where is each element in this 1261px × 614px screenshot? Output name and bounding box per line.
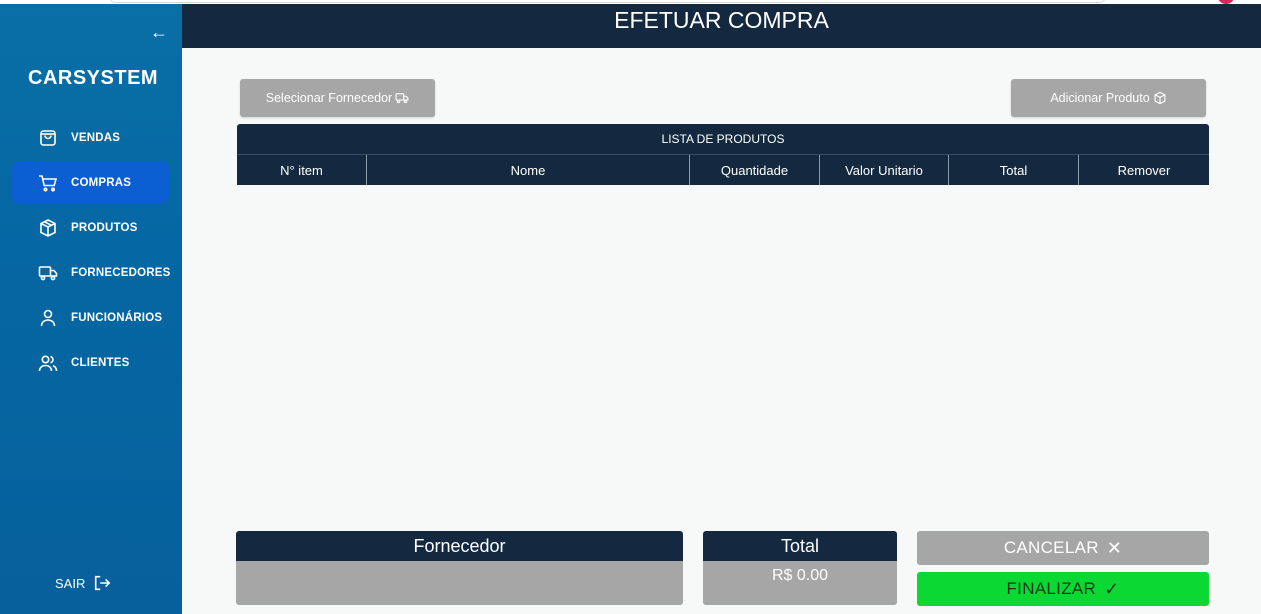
check-icon: ✓: [1104, 578, 1120, 599]
column-header-unit-price: Valor Unitario: [820, 155, 949, 185]
cart-icon: [39, 174, 58, 192]
sidebar: ← CARSYSTEM VENDAS COMPRAS PRODUTOS FORN…: [0, 4, 182, 614]
sidebar-item-produtos[interactable]: PRODUTOS: [12, 206, 169, 249]
column-header-quantity: Quantidade: [690, 155, 820, 185]
page-title: EFETUAR COMPRA: [182, 4, 1261, 48]
box-icon: [40, 218, 56, 237]
back-arrow-icon[interactable]: ←: [150, 22, 168, 43]
sidebar-item-fornecedores[interactable]: FORNECEDORES: [12, 251, 171, 294]
sidebar-item-label: FUNCIONÁRIOS: [71, 311, 163, 324]
sidebar-item-label: PRODUTOS: [71, 221, 138, 234]
logout-icon: [95, 575, 111, 591]
user-icon: [40, 309, 56, 326]
supplier-summary-label: Fornecedor: [236, 531, 683, 561]
sidebar-item-funcionarios[interactable]: FUNCIONÁRIOS: [12, 296, 169, 339]
sidebar-item-compras[interactable]: COMPRAS: [12, 161, 169, 204]
sidebar-nav: VENDAS COMPRAS PRODUTOS FORNECEDORES FUN…: [12, 116, 171, 386]
truck-icon: [38, 265, 58, 280]
total-summary-value: R$ 0.00: [703, 561, 897, 605]
sidebar-item-label: COMPRAS: [71, 176, 132, 189]
add-product-button[interactable]: Adicionar Produto: [1011, 79, 1206, 117]
logout-button[interactable]: SAIR: [55, 574, 111, 592]
total-summary-label: Total: [703, 531, 897, 561]
finish-label: FINALIZAR: [1006, 579, 1097, 598]
logout-label: SAIR: [55, 575, 86, 591]
select-supplier-button[interactable]: Selecionar Fornecedor: [240, 79, 435, 117]
cancel-label: CANCELAR: [1003, 538, 1099, 557]
sidebar-item-label: FORNECEDORES: [71, 266, 171, 279]
add-product-label: Adicionar Produto: [1050, 91, 1150, 105]
finish-button[interactable]: FINALIZAR ✓: [917, 572, 1209, 606]
sidebar-item-vendas[interactable]: VENDAS: [12, 116, 169, 159]
supplier-summary-value: [236, 561, 683, 605]
table-header: N° item Nome Quantidade Valor Unitario T…: [237, 155, 1209, 185]
sidebar-item-clientes[interactable]: CLIENTES: [12, 341, 169, 384]
users-icon: [38, 354, 58, 371]
column-header-item-number: N° item: [237, 155, 367, 185]
select-supplier-label: Selecionar Fornecedor: [265, 91, 393, 105]
address-bar[interactable]: [110, 0, 1105, 3]
shopping-bag-icon: [40, 129, 56, 146]
box-icon: [1154, 91, 1166, 105]
brand-logo: CARSYSTEM: [28, 67, 159, 89]
product-table: LISTA DE PRODUTOS N° item Nome Quantidad…: [237, 124, 1209, 185]
sidebar-item-label: VENDAS: [71, 131, 121, 144]
table-caption: LISTA DE PRODUTOS: [237, 124, 1209, 155]
column-header-remove: Remover: [1117, 162, 1171, 178]
truck-icon: [395, 93, 409, 104]
cancel-button[interactable]: CANCELAR ✕: [917, 531, 1209, 565]
sidebar-item-label: CLIENTES: [71, 356, 130, 369]
column-header-total: Total: [949, 155, 1079, 185]
column-header-name: Nome: [367, 155, 690, 185]
close-icon: ✕: [1106, 537, 1123, 558]
